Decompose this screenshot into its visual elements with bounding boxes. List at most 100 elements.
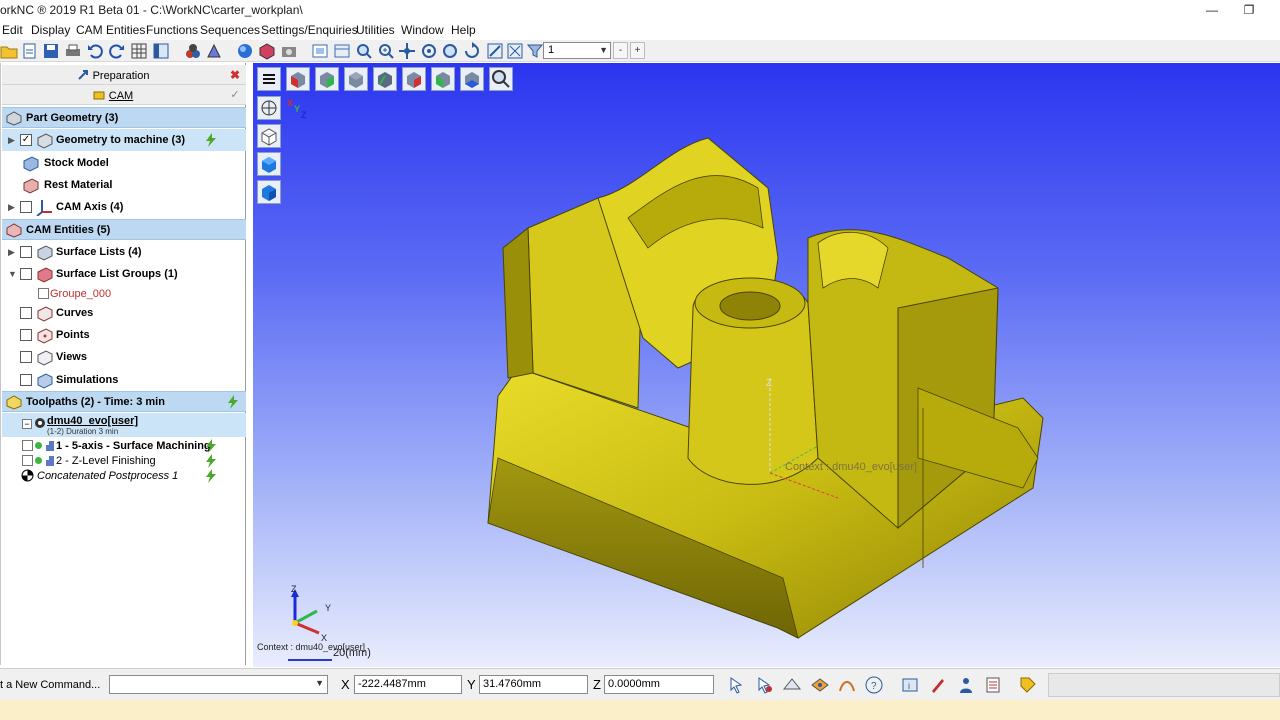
collapse-icon[interactable]: − bbox=[22, 419, 32, 429]
layer-increment-button[interactable]: + bbox=[630, 42, 645, 59]
report-icon[interactable] bbox=[983, 675, 1003, 695]
view-left-icon[interactable] bbox=[431, 67, 455, 91]
menu-utilities[interactable]: Utilities bbox=[356, 23, 395, 37]
view-back-icon[interactable] bbox=[402, 67, 426, 91]
command-input[interactable]: ▼ bbox=[109, 675, 328, 694]
snap-surface-icon[interactable] bbox=[810, 675, 830, 695]
camera-icon[interactable] bbox=[280, 42, 298, 60]
rotate-icon[interactable] bbox=[420, 42, 438, 60]
z-coordinate-input[interactable]: 0.0000mm bbox=[604, 675, 714, 694]
open-file-icon[interactable] bbox=[21, 42, 39, 60]
part-model[interactable]: Z bbox=[478, 128, 1058, 648]
y-coordinate-input[interactable]: 31.4760mm bbox=[479, 675, 588, 694]
toolpath-row[interactable]: 2 - Z-Level Finishing bbox=[2, 453, 246, 469]
tree-item-simulations[interactable]: Simulations bbox=[2, 369, 246, 391]
tree-item-cam-axis[interactable]: ▶ CAM Axis (4) bbox=[2, 196, 246, 218]
3d-viewport[interactable]: XYZ Z Context: dmu40_evo[user] Z Y X Co… bbox=[253, 63, 1280, 667]
tab-cam[interactable]: CAM ✓ bbox=[2, 85, 246, 105]
checkbox[interactable] bbox=[20, 201, 32, 213]
zoom-icon[interactable] bbox=[355, 42, 373, 60]
close-icon[interactable]: ✖ bbox=[228, 68, 242, 82]
open-folder-icon[interactable] bbox=[0, 42, 18, 60]
tree-item-rest-material[interactable]: Rest Material bbox=[2, 174, 246, 196]
grid-icon[interactable] bbox=[130, 42, 148, 60]
expand-icon[interactable]: ▶ bbox=[8, 202, 15, 213]
checkbox[interactable] bbox=[20, 374, 32, 386]
tree-item-geometry-to-machine[interactable]: ▶ ✓ Geometry to machine (3) bbox=[2, 129, 246, 151]
snap-help-icon[interactable]: ? bbox=[864, 675, 884, 695]
settings-icon[interactable] bbox=[1018, 675, 1038, 695]
filter-icon[interactable] bbox=[526, 42, 544, 60]
menu-settings-enquiries[interactable]: Settings/Enquiries bbox=[261, 23, 358, 37]
wireframe-icon[interactable] bbox=[257, 96, 281, 120]
snap-edge-icon[interactable] bbox=[782, 675, 802, 695]
window-icon[interactable] bbox=[333, 42, 351, 60]
render-icon[interactable] bbox=[258, 42, 276, 60]
tab-preparation[interactable]: Preparation ✖ bbox=[2, 65, 246, 85]
info-icon[interactable]: i bbox=[900, 675, 920, 695]
person-icon[interactable] bbox=[956, 675, 976, 695]
section-part-geometry[interactable]: Part Geometry (3) bbox=[2, 107, 246, 128]
tree-item-curves[interactable]: Curves bbox=[2, 302, 246, 324]
shading-icon[interactable] bbox=[236, 42, 254, 60]
snap-point-icon[interactable] bbox=[755, 675, 775, 695]
view-top-icon[interactable] bbox=[344, 67, 368, 91]
toolpath-icon[interactable] bbox=[205, 42, 223, 60]
tree-item-surface-list-groups[interactable]: ▼ Surface List Groups (1) bbox=[2, 263, 246, 285]
menu-cam-entities[interactable]: CAM Entities bbox=[76, 23, 145, 37]
box-outline-icon[interactable] bbox=[257, 124, 281, 148]
expand-icon[interactable]: ▶ bbox=[8, 135, 15, 146]
box-solid-icon[interactable] bbox=[257, 180, 281, 204]
menu-functions[interactable]: Functions bbox=[146, 23, 198, 37]
toolpath-lightning-icon[interactable] bbox=[226, 394, 242, 410]
view-front-icon[interactable] bbox=[286, 67, 310, 91]
section-icon[interactable] bbox=[506, 42, 524, 60]
tree-item-surface-lists[interactable]: ▶ Surface Lists (4) bbox=[2, 241, 246, 263]
checkmark-icon[interactable]: ✓ bbox=[228, 88, 242, 102]
view-bottom-icon[interactable] bbox=[460, 67, 484, 91]
postprocess-row[interactable]: Concatenated Postprocess 1 bbox=[2, 468, 246, 484]
measure-icon[interactable] bbox=[486, 42, 504, 60]
panel-toggle-icon[interactable] bbox=[152, 42, 170, 60]
view-iso-icon[interactable] bbox=[373, 67, 397, 91]
tree-item-points[interactable]: Points bbox=[2, 324, 246, 346]
axes-xyz-icon[interactable]: XYZ bbox=[286, 96, 310, 120]
toolpath-row[interactable]: 1 - 5-axis - Surface Machining bbox=[2, 438, 246, 454]
spin-icon[interactable] bbox=[463, 42, 481, 60]
checkbox[interactable] bbox=[22, 440, 33, 451]
print-icon[interactable] bbox=[64, 42, 82, 60]
pan-icon[interactable] bbox=[398, 42, 416, 60]
undo-icon[interactable] bbox=[86, 42, 104, 60]
tree-item-views[interactable]: Views bbox=[2, 346, 246, 368]
menu-sequences[interactable]: Sequences bbox=[200, 23, 260, 37]
view-zoom-icon[interactable] bbox=[489, 67, 513, 91]
view-menu-icon[interactable] bbox=[257, 67, 281, 91]
x-coordinate-input[interactable]: -222.4487mm bbox=[354, 675, 462, 694]
section-toolpaths[interactable]: Toolpaths (2) - Time: 3 min bbox=[2, 391, 246, 412]
checkbox[interactable] bbox=[38, 288, 49, 299]
zoom-window-icon[interactable] bbox=[377, 42, 395, 60]
collapse-icon[interactable]: ▼ bbox=[8, 269, 17, 279]
redo-icon[interactable] bbox=[108, 42, 126, 60]
tree-item-groupe[interactable]: Groupe_000 bbox=[2, 286, 246, 302]
snap-cursor-icon[interactable] bbox=[727, 675, 747, 695]
tree-item-machine[interactable]: − dmu40_evo[user] (1-2) Duration 3 min bbox=[2, 413, 246, 437]
tree-item-stock-model[interactable]: Stock Model bbox=[2, 152, 246, 174]
machine-icon[interactable] bbox=[184, 42, 202, 60]
snap-curve-icon[interactable] bbox=[837, 675, 857, 695]
section-cam-entities[interactable]: CAM Entities (5) bbox=[2, 219, 246, 240]
menu-help[interactable]: Help bbox=[451, 23, 476, 37]
checkbox[interactable] bbox=[20, 329, 32, 341]
expand-icon[interactable]: ▶ bbox=[8, 247, 15, 258]
checkbox[interactable] bbox=[22, 455, 33, 466]
rotate-axis-icon[interactable] bbox=[441, 42, 459, 60]
save-icon[interactable] bbox=[42, 42, 60, 60]
box-shaded-icon[interactable] bbox=[257, 152, 281, 176]
view-fit-icon[interactable] bbox=[311, 42, 329, 60]
checkbox[interactable] bbox=[20, 307, 32, 319]
checkbox[interactable]: ✓ bbox=[20, 134, 32, 146]
view-right-icon[interactable] bbox=[315, 67, 339, 91]
checkbox[interactable] bbox=[20, 246, 32, 258]
maximize-button[interactable]: ❐ bbox=[1227, 0, 1271, 20]
layer-decrement-button[interactable]: - bbox=[613, 42, 628, 59]
